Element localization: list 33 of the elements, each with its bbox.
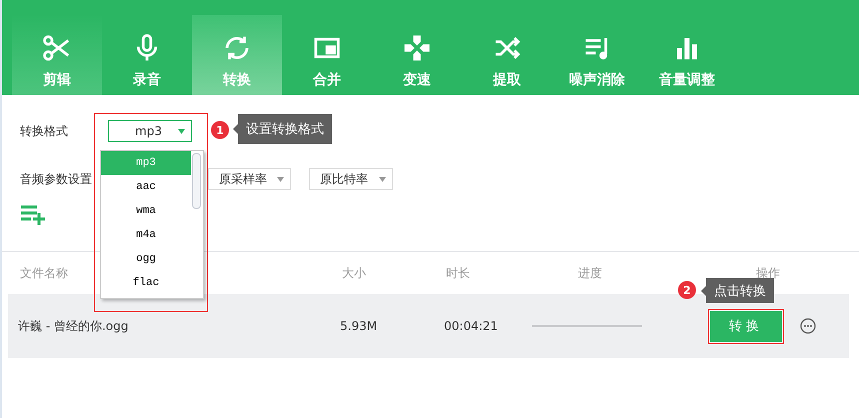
toolbar-tab[interactable]: 录音 — [102, 15, 192, 95]
gamepad-icon — [402, 33, 432, 63]
tooltip: 设置转换格式 — [233, 114, 332, 144]
column-header: 时长 — [446, 264, 470, 282]
column-header: 进度 — [578, 264, 602, 282]
format-select[interactable]: mp3 — [108, 120, 192, 142]
scissors-icon — [42, 33, 72, 63]
caret-icon — [178, 128, 185, 134]
more-icon[interactable] — [800, 318, 816, 334]
toolbar-tab[interactable]: 噪声消除 — [552, 15, 642, 95]
scrollbar-thumb[interactable] — [192, 153, 201, 209]
step-badge: 2 — [678, 281, 696, 299]
step-badge: 1 — [211, 121, 229, 139]
table-cell: 许巍 - 曾经的你.ogg — [18, 318, 128, 334]
toolbar-tab[interactable]: 合并 — [282, 15, 372, 95]
table-cell: 00:04:21 — [444, 319, 498, 333]
tooltip: 点击转换 — [701, 278, 774, 303]
toolbar-tab[interactable]: 音量调整 — [642, 15, 732, 95]
field-label: 音频参数设置 — [20, 170, 92, 188]
add-list-icon[interactable] — [20, 204, 48, 226]
field-label: 转换格式 — [20, 122, 69, 140]
convert-button[interactable]: 转换 — [710, 310, 782, 342]
caret-icon — [277, 176, 284, 182]
caret-icon — [379, 176, 386, 182]
toolbar-tab[interactable]: 提取 — [462, 15, 552, 95]
bit-rate-select[interactable]: 原比特率 — [309, 168, 393, 190]
toolbar-tab[interactable]: 转换 — [192, 15, 282, 95]
table-cell: 5.93M — [340, 319, 378, 333]
sample-rate-select[interactable]: 原采样率 — [208, 168, 291, 190]
column-header: 文件名称 — [20, 264, 68, 282]
column-header: 大小 — [342, 264, 366, 282]
dropdown-option[interactable]: mp3 — [101, 151, 191, 175]
toolbar-tab[interactable]: 变速 — [372, 15, 462, 95]
